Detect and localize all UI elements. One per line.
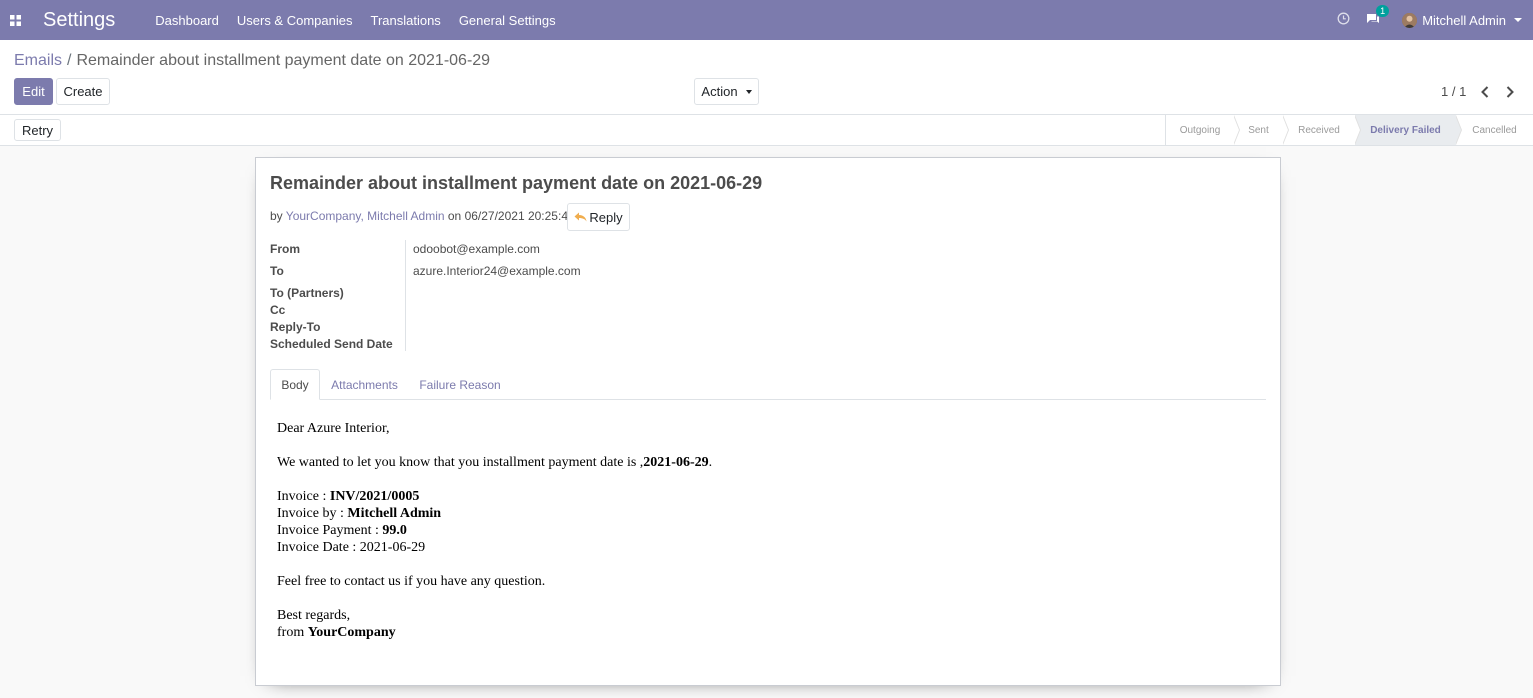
body-contact: Feel free to contact us if you have any … (277, 574, 546, 589)
body-invoice-details: Invoice : INV/2021/0005 Invoice by : Mit… (277, 488, 712, 556)
payment-label: Invoice Payment : (277, 523, 383, 538)
top-navbar: Settings Dashboard Users & Companies Tra… (0, 0, 1533, 40)
email-body: Dear Azure Interior, We wanted to let yo… (277, 420, 712, 658)
menu-dashboard[interactable]: Dashboard (155, 13, 219, 28)
activity-clock-icon[interactable] (1337, 12, 1350, 28)
message-date: 06/27/2021 20:25:43 (464, 209, 575, 223)
stage-delivery-failed: Delivery Failed (1355, 115, 1462, 145)
by-prefix: by (270, 209, 286, 223)
intro-text: We wanted to let you know that you insta… (277, 455, 644, 470)
invoice-date-line: Invoice Date : 2021-06-29 (277, 540, 426, 555)
invoice-label: Invoice : (277, 489, 330, 504)
notebook-tabs: Body Attachments Failure Reason (270, 369, 1266, 400)
create-button[interactable]: Create (56, 78, 110, 105)
breadcrumb-emails-link[interactable]: Emails (14, 52, 62, 69)
scheduled-send-date-label: Scheduled Send Date (270, 337, 393, 351)
invoice-by-label: Invoice by : (277, 506, 348, 521)
action-caret-icon (745, 89, 752, 94)
tab-attachments[interactable]: Attachments (327, 369, 402, 400)
app-title[interactable]: Settings (43, 9, 115, 32)
reply-arrow-icon (574, 210, 587, 225)
breadcrumb: Emails / Remainder about installment payme… (14, 52, 490, 70)
to-value: azure.Interior24@example.com (413, 264, 581, 278)
breadcrumb-separator: / (67, 52, 72, 69)
breadcrumb-current: Remainder about installment payment date… (76, 52, 491, 69)
field-divider (405, 240, 406, 351)
form-sheet: Remainder about installment payment date… (255, 157, 1281, 686)
action-label: Action (701, 84, 738, 99)
regards-text: Best regards, (277, 608, 351, 623)
author-link[interactable]: YourCompany, Mitchell Admin (286, 209, 445, 223)
retry-button[interactable]: Retry (14, 119, 61, 141)
menu-translations[interactable]: Translations (370, 13, 440, 28)
to-partners-label: To (Partners) (270, 286, 344, 300)
reply-to-label: Reply-To (270, 320, 321, 334)
chat-unread-badge: 1 (1376, 4, 1390, 17)
intro-end: . (708, 455, 713, 470)
stage-sent: Sent (1234, 115, 1289, 145)
reply-label: Reply (589, 209, 623, 225)
menu-users-companies[interactable]: Users & Companies (237, 13, 353, 28)
cc-label: Cc (270, 303, 286, 317)
messaging-chat-icon[interactable]: 1 (1366, 4, 1390, 28)
status-stages: Outgoing Sent Received Delivery Failed C… (1165, 115, 1533, 145)
apps-menu-icon[interactable] (0, 0, 30, 40)
from-company: YourCompany (307, 625, 396, 640)
body-greeting: Dear Azure Interior, (277, 421, 390, 436)
on-prefix: on (444, 209, 465, 223)
control-panel: Emails / Remainder about installment payme… (0, 40, 1533, 115)
from-text: from (277, 625, 308, 640)
body-intro: We wanted to let you know that you insta… (277, 454, 712, 471)
stage-received: Received (1283, 115, 1361, 145)
action-dropdown-button[interactable]: Action (694, 78, 759, 105)
stage-outgoing: Outgoing (1166, 115, 1240, 145)
from-value: odoobot@example.com (413, 242, 540, 256)
user-menu-caret-icon[interactable] (1514, 18, 1522, 22)
body-signature: Best regards, from YourCompany (277, 607, 712, 641)
to-label: To (270, 264, 284, 278)
pager-value[interactable]: 1 / 1 (1441, 84, 1466, 99)
tab-failure-reason[interactable]: Failure Reason (415, 369, 505, 400)
edit-button[interactable]: Edit (14, 78, 53, 105)
email-subject: Remainder about installment payment date… (270, 173, 763, 193)
reply-button[interactable]: Reply (567, 203, 630, 231)
record-pager: 1 / 1 (1441, 84, 1528, 99)
invoice-by-value: Mitchell Admin (347, 506, 442, 521)
stage-cancelled: Cancelled (1472, 124, 1517, 136)
user-avatar[interactable] (1402, 12, 1418, 28)
pager-previous-icon[interactable] (1478, 85, 1492, 99)
menu-general-settings[interactable]: General Settings (459, 13, 556, 28)
invoice-value: INV/2021/0005 (329, 489, 420, 504)
from-label: From (270, 242, 300, 256)
form-statusbar: Retry Outgoing Sent Received Delivery Fa… (0, 115, 1533, 146)
intro-date: 2021-06-29 (643, 455, 709, 470)
payment-value: 99.0 (382, 523, 407, 538)
author-line: by YourCompany, Mitchell Admin on 06/27/… (270, 209, 575, 223)
user-menu-name[interactable]: Mitchell Admin (1422, 13, 1506, 28)
tab-body[interactable]: Body (270, 369, 320, 400)
pager-next-icon[interactable] (1503, 85, 1517, 99)
